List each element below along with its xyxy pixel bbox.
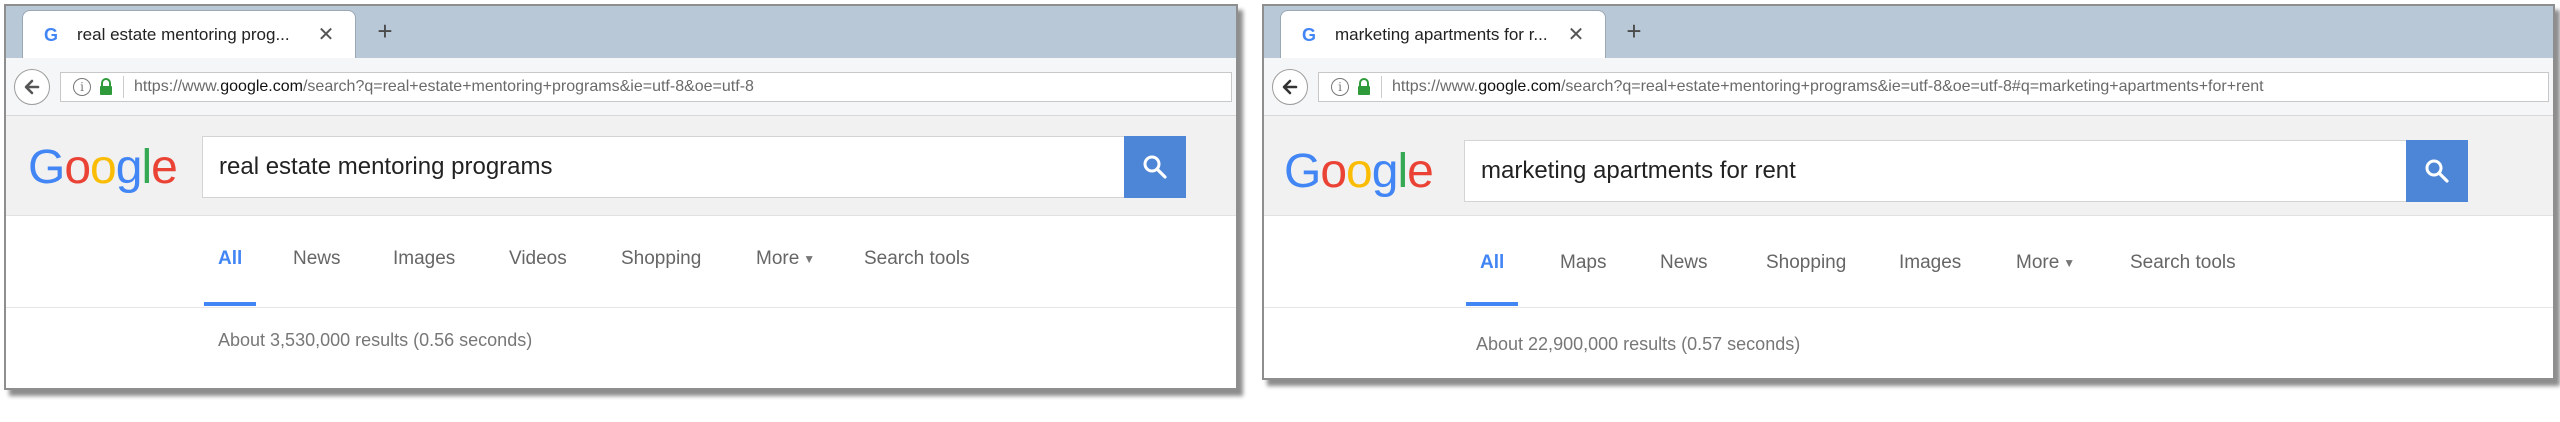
google-logo[interactable]: Google [28,140,178,195]
url-path: /search?q=real+estate+mentoring+programs… [1560,78,2264,95]
search-query: real estate mentoring programs [219,153,553,180]
logo-letter: o [1320,145,1347,198]
tab-bar: G marketing apartments for r... ✕ + [1264,6,2553,58]
url-divider [123,76,124,98]
svg-text:G: G [44,25,58,45]
lock-icon [100,78,112,95]
back-button[interactable] [14,69,50,105]
browser-window-1: G real estate mentoring prog... ✕ + i ht… [4,4,1238,390]
url-prefix: https://www. [134,78,221,95]
tab-images[interactable]: Images [393,248,455,270]
results-count: About 3,530,000 results (0.56 seconds) [218,330,533,350]
new-tab-button[interactable]: + [1619,16,1649,46]
google-logo[interactable]: Google [1284,144,1434,199]
results-count: About 22,900,000 results (0.57 seconds) [1476,334,1801,354]
lock-icon [1358,78,1370,95]
tab-more[interactable]: More ▼ [756,248,815,270]
address-bar[interactable]: i https://www.google.com/search?q=real+e… [1318,72,2549,102]
url-text: https://www.google.com/search?q=real+est… [134,78,754,96]
url-divider [1381,76,1382,98]
logo-letter: o [1346,145,1373,198]
search-button[interactable] [1124,136,1186,198]
caret-down-icon: ▼ [2063,255,2076,270]
logo-letter: e [151,141,178,194]
address-bar[interactable]: i https://www.google.com/search?q=real+e… [60,72,1232,102]
caret-down-icon: ▼ [803,251,816,266]
browser-tab[interactable]: G real estate mentoring prog... ✕ [22,10,356,58]
tab-more[interactable]: More ▼ [2016,252,2075,274]
browser-tab[interactable]: G marketing apartments for r... ✕ [1280,10,1606,58]
tab-news[interactable]: News [293,248,341,270]
google-favicon-icon: G [1302,25,1316,45]
url-path: /search?q=real+estate+mentoring+programs… [302,78,754,95]
logo-letter: G [1284,145,1321,198]
url-domain: google.com [1478,78,1561,95]
new-tab-button[interactable]: + [370,16,400,46]
tab-title: marketing apartments for r... [1335,24,1548,44]
tab-search-tools[interactable]: Search tools [864,248,970,270]
search-tabs: All Maps News Shopping Images More ▼ Sear… [1264,216,2553,308]
logo-letter: G [28,141,65,194]
tab-news[interactable]: News [1660,252,1708,274]
tab-shopping[interactable]: Shopping [621,248,701,270]
search-input[interactable]: real estate mentoring programs [202,136,1127,198]
logo-letter: o [64,141,91,194]
logo-letter: l [1397,145,1408,198]
tab-all[interactable]: All [218,248,242,270]
logo-letter: o [90,141,117,194]
search-icon [1143,155,1167,179]
logo-letter: g [1371,145,1399,198]
navigation-bar: i https://www.google.com/search?q=real+e… [6,58,1236,116]
search-header: Google marketing apartments for rent [1264,116,2553,216]
url-prefix: https://www. [1392,78,1479,95]
logo-letter: g [115,141,143,194]
tab-videos[interactable]: Videos [509,248,567,270]
tab-bar: G real estate mentoring prog... ✕ + [6,6,1236,58]
search-tabs: All News Images Videos Shopping More ▼ Se… [6,216,1236,308]
browser-window-2: G marketing apartments for r... ✕ + i ht… [1262,4,2555,380]
active-tab-indicator [1466,302,1518,306]
close-tab-icon[interactable]: ✕ [313,22,339,47]
tab-all[interactable]: All [1480,252,1504,274]
tab-shopping[interactable]: Shopping [1766,252,1846,274]
search-input[interactable]: marketing apartments for rent [1464,140,2408,202]
search-button[interactable] [2406,140,2468,202]
tab-more-label: More [756,248,800,269]
logo-letter: e [1407,145,1434,198]
search-header: Google real estate mentoring programs [6,116,1236,216]
tab-maps[interactable]: Maps [1560,252,1606,274]
tab-search-tools[interactable]: Search tools [2130,252,2236,274]
url-text: https://www.google.com/search?q=real+est… [1392,78,2264,96]
back-arrow-icon [1282,79,1298,95]
svg-text:G: G [1302,25,1316,45]
tab-images[interactable]: Images [1899,252,1961,274]
back-button[interactable] [1272,69,1308,105]
google-favicon-icon: G [44,25,58,45]
search-icon [2425,159,2449,183]
close-tab-icon[interactable]: ✕ [1563,22,1589,47]
tab-more-label: More [2016,252,2060,273]
logo-letter: l [141,141,152,194]
tab-title: real estate mentoring prog... [77,24,290,44]
active-tab-indicator [204,302,256,306]
info-icon[interactable]: i [1331,78,1349,96]
info-icon[interactable]: i [73,78,91,96]
navigation-bar: i https://www.google.com/search?q=real+e… [1264,58,2553,116]
search-query: marketing apartments for rent [1481,157,1796,184]
url-domain: google.com [220,78,303,95]
back-arrow-icon [24,79,40,95]
